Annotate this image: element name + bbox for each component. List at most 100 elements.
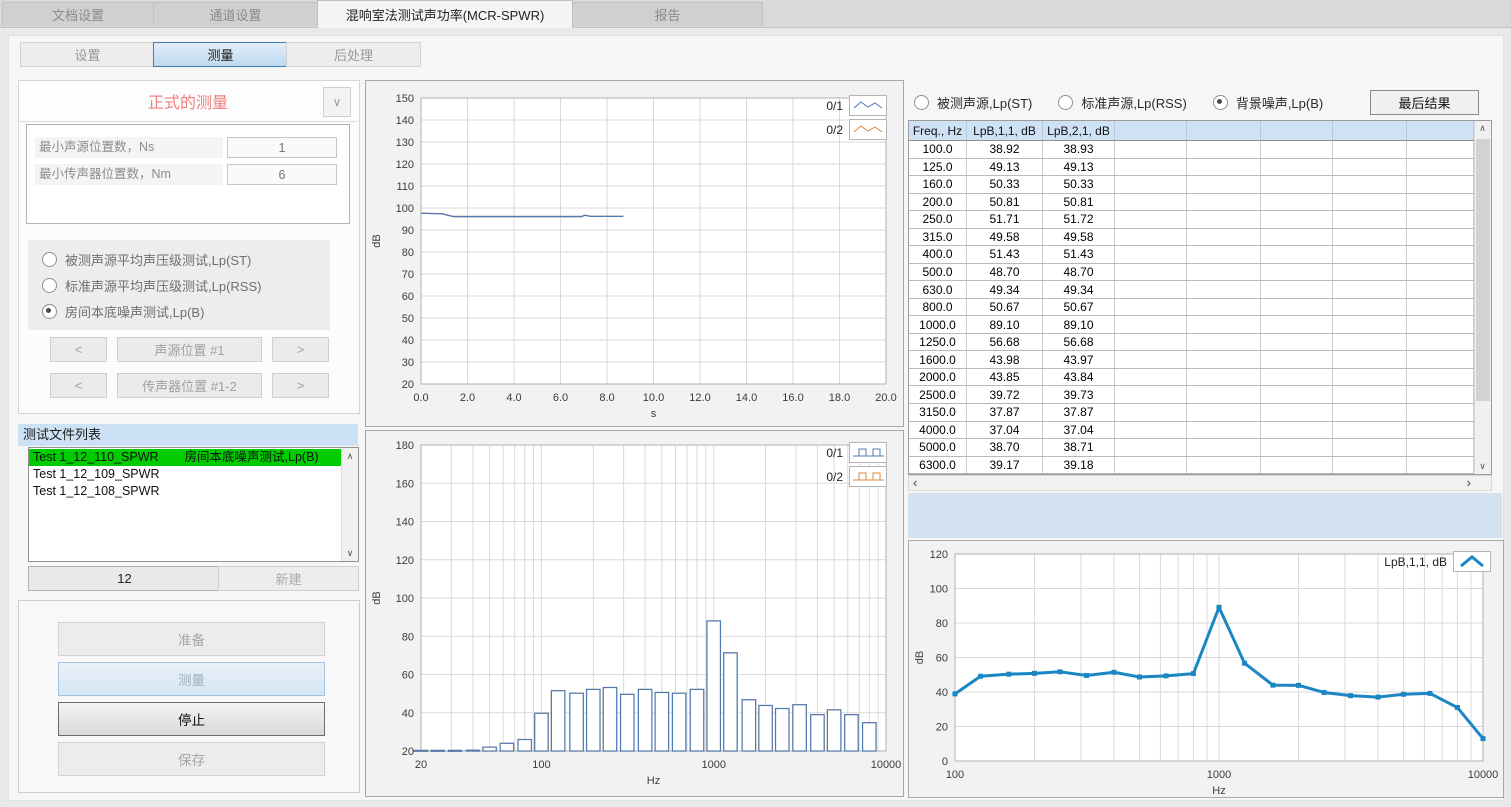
- file-list-item[interactable]: Test 1_12_108_SPWR: [29, 483, 342, 500]
- table-row[interactable]: 4000.037.0437.04: [909, 422, 1474, 440]
- scroll-left-icon[interactable]: ‹: [913, 476, 917, 490]
- radio-icon[interactable]: [42, 304, 57, 319]
- min-source-positions-input[interactable]: [227, 137, 337, 158]
- table-row[interactable]: 2000.043.8543.84: [909, 369, 1474, 387]
- line-series-icon[interactable]: [849, 95, 887, 116]
- mic-position-next-button[interactable]: >: [272, 373, 329, 398]
- svg-text:2.0: 2.0: [460, 392, 475, 404]
- source-position-prev-button[interactable]: <: [50, 337, 107, 362]
- table-header-cell: LpB,1,1, dB: [967, 121, 1043, 140]
- table-cell: [1261, 404, 1333, 421]
- table-row[interactable]: 400.051.4351.43: [909, 246, 1474, 264]
- table-row[interactable]: 100.038.9238.93: [909, 141, 1474, 159]
- table-horizontal-scrollbar[interactable]: ‹ ›: [908, 475, 1492, 491]
- table-cell: [1333, 299, 1407, 316]
- stop-button[interactable]: 停止: [58, 702, 325, 736]
- table-row[interactable]: 125.049.1349.13: [909, 159, 1474, 177]
- table-row[interactable]: 5000.038.7038.71: [909, 439, 1474, 457]
- table-cell: 51.72: [1043, 211, 1115, 228]
- line-series-icon[interactable]: [1453, 551, 1491, 572]
- tab-channel-settings[interactable]: 通道设置: [153, 2, 318, 26]
- table-cell: 49.58: [1043, 229, 1115, 246]
- table-cell: 56.68: [1043, 334, 1115, 351]
- table-cell: [1333, 176, 1407, 193]
- table-vertical-scrollbar[interactable]: ∧ ∨: [1474, 121, 1491, 474]
- table-cell: [1333, 316, 1407, 333]
- subtab-settings[interactable]: 设置: [20, 42, 155, 67]
- test-type-radio-2[interactable]: 房间本底噪声测试,Lp(B): [42, 302, 330, 321]
- table-row[interactable]: 2500.039.7239.73: [909, 386, 1474, 404]
- mic-position-button[interactable]: 传声器位置 #1-2: [117, 373, 262, 398]
- table-row[interactable]: 3150.037.8737.87: [909, 404, 1474, 422]
- subtab-postprocess[interactable]: 后处理: [286, 42, 421, 67]
- table-row[interactable]: 315.049.5849.58: [909, 229, 1474, 247]
- final-result-label: 最后结果: [1398, 93, 1450, 112]
- table-row[interactable]: 6300.039.1739.18: [909, 457, 1474, 474]
- results-table: Freq., HzLpB,1,1, dBLpB,2,1, dB 100.038.…: [908, 120, 1492, 475]
- tab-report[interactable]: 报告: [572, 2, 763, 26]
- test-type-radio-0[interactable]: 被测声源平均声压级测试,Lp(ST): [42, 250, 330, 269]
- table-row[interactable]: 800.050.6750.67: [909, 299, 1474, 317]
- line-series-icon[interactable]: [849, 119, 887, 140]
- prepare-button[interactable]: 准备: [58, 622, 325, 656]
- table-cell: 37.87: [1043, 404, 1115, 421]
- test-type-radio-1[interactable]: 标准声源平均声压级测试,Lp(RSS): [42, 276, 330, 295]
- save-button[interactable]: 保存: [58, 742, 325, 776]
- svg-text:80: 80: [402, 631, 414, 643]
- file-list-item[interactable]: Test 1_12_110_SPWR房间本底噪声测试,Lp(B): [29, 449, 342, 466]
- table-row[interactable]: 1600.043.9843.97: [909, 351, 1474, 369]
- mic-position-prev-button[interactable]: <: [50, 373, 107, 398]
- final-result-button[interactable]: 最后结果: [1370, 90, 1479, 115]
- table-row[interactable]: 250.051.7151.72: [909, 211, 1474, 229]
- save-label: 保存: [178, 749, 205, 769]
- radio-icon[interactable]: [914, 95, 929, 110]
- scroll-down-icon[interactable]: ∨: [1475, 461, 1490, 472]
- prev-arrow-label: <: [75, 378, 83, 393]
- subtab-measure[interactable]: 测量: [153, 42, 288, 67]
- measurement-mode-dropdown[interactable]: 正式的测量 ∨: [19, 81, 357, 122]
- table-row[interactable]: 630.049.3449.34: [909, 281, 1474, 299]
- tab-document-settings[interactable]: 文档设置: [2, 2, 154, 26]
- result-radio-2[interactable]: 背景噪声,Lp(B): [1213, 93, 1323, 112]
- result-radio-0[interactable]: 被测声源,Lp(ST): [914, 93, 1032, 112]
- file-list[interactable]: Test 1_12_110_SPWR房间本底噪声测试,Lp(B)Test 1_1…: [28, 447, 359, 562]
- chevron-down-icon[interactable]: ∨: [323, 87, 351, 117]
- tab-mcr-spwr[interactable]: 混响室法测试声功率(MCR-SPWR): [317, 0, 573, 28]
- legend-entry: 0/1: [826, 95, 887, 116]
- table-cell: 3150.0: [909, 404, 967, 421]
- bar-series-icon[interactable]: [849, 466, 887, 487]
- scroll-up-icon[interactable]: ∧: [1475, 123, 1490, 134]
- table-cell: [1261, 176, 1333, 193]
- scroll-right-icon[interactable]: ›: [1467, 476, 1471, 490]
- table-row[interactable]: 200.050.8150.81: [909, 194, 1474, 212]
- min-mic-positions-input[interactable]: [227, 164, 337, 185]
- table-cell: [1261, 264, 1333, 281]
- table-cell: 39.73: [1043, 386, 1115, 403]
- svg-text:80: 80: [936, 618, 948, 630]
- scrollbar-thumb[interactable]: [1476, 139, 1490, 401]
- scroll-up-icon[interactable]: ∧: [342, 449, 358, 463]
- table-row[interactable]: 500.048.7048.70: [909, 264, 1474, 282]
- spectrum-bar-chart-panel: 2040608010012014016018020100100010000dBH…: [365, 430, 904, 797]
- radio-icon[interactable]: [1213, 95, 1228, 110]
- table-cell: 5000.0: [909, 439, 967, 456]
- radio-icon[interactable]: [42, 252, 57, 267]
- table-cell: 4000.0: [909, 422, 967, 439]
- svg-text:100: 100: [946, 769, 964, 781]
- svg-text:10.0: 10.0: [643, 392, 664, 404]
- test-count-button[interactable]: 12: [28, 566, 221, 591]
- table-row[interactable]: 1250.056.6856.68: [909, 334, 1474, 352]
- legend-entry: 0/2: [826, 466, 887, 487]
- file-list-item[interactable]: Test 1_12_109_SPWR: [29, 466, 342, 483]
- new-test-button[interactable]: 新建: [218, 566, 359, 591]
- table-row[interactable]: 160.050.3350.33: [909, 176, 1474, 194]
- measure-button[interactable]: 测量: [58, 662, 325, 696]
- table-row[interactable]: 1000.089.1089.10: [909, 316, 1474, 334]
- result-radio-row: 被测声源,Lp(ST)标准声源,Lp(RSS)背景噪声,Lp(B): [914, 92, 1323, 112]
- source-position-next-button[interactable]: >: [272, 337, 329, 362]
- radio-icon[interactable]: [42, 278, 57, 293]
- source-position-button[interactable]: 声源位置 #1: [117, 337, 262, 362]
- file-list-scrollbar[interactable]: ∧ ∨: [341, 448, 358, 561]
- bar-series-icon[interactable]: [849, 442, 887, 463]
- scroll-down-icon[interactable]: ∨: [342, 546, 358, 560]
